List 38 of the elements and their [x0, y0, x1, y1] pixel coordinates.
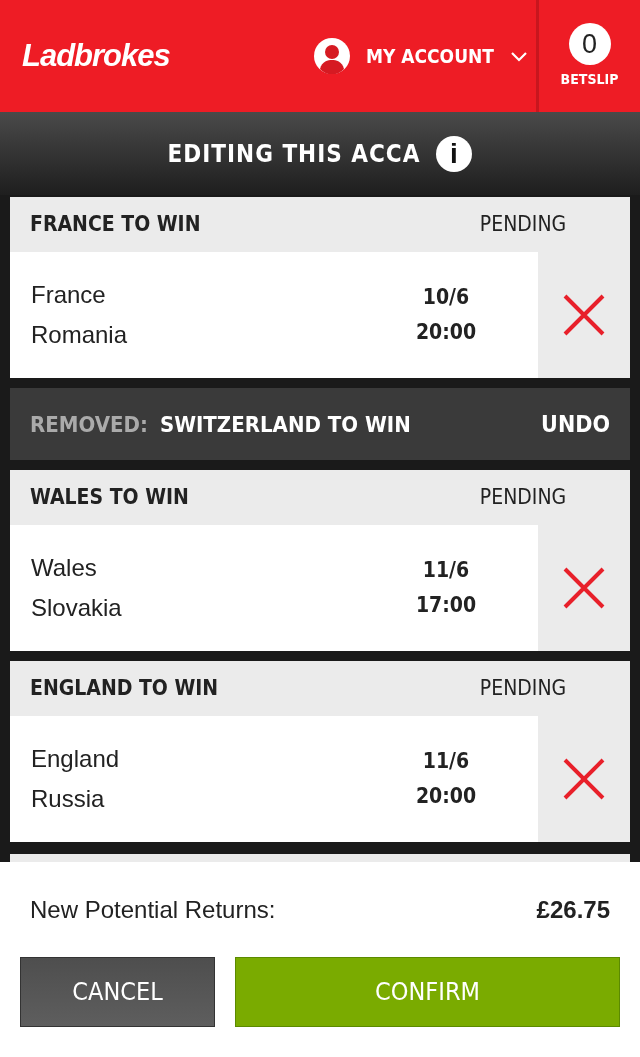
- status-label: PENDING: [478, 483, 568, 511]
- team-name: France: [31, 280, 107, 310]
- removed-title: SWITZERLAND TO WIN: [159, 410, 411, 439]
- match-time: 20:00: [414, 319, 478, 346]
- match-date: 10/6: [421, 284, 471, 311]
- info-icon[interactable]: i: [436, 135, 473, 172]
- selection-title: FRANCE TO WIN: [30, 210, 201, 238]
- selection-title: WALES TO WIN: [30, 483, 189, 511]
- team-name: Wales: [31, 553, 98, 583]
- remove-button[interactable]: [538, 252, 630, 378]
- undo-button[interactable]: UNDO: [541, 406, 610, 442]
- logo[interactable]: Ladbrokes: [22, 32, 170, 80]
- match-time: 20:00: [414, 783, 478, 810]
- team-name: England: [31, 744, 120, 774]
- betslip-count: 0: [568, 22, 611, 65]
- status-label: PENDING: [478, 674, 568, 702]
- account-menu[interactable]: MY ACCOUNT: [313, 38, 528, 74]
- user-icon: [313, 38, 350, 74]
- team-name: Romania: [31, 320, 128, 350]
- close-icon: [563, 567, 605, 609]
- returns-value: £26.75: [536, 894, 610, 925]
- remove-button[interactable]: [538, 525, 630, 651]
- close-icon: [563, 758, 605, 800]
- returns-label: New Potential Returns:: [30, 894, 276, 925]
- match-date: 11/6: [421, 557, 471, 584]
- selection-title: ENGLAND TO WIN: [30, 674, 219, 702]
- banner-title: EDITING THIS ACCA: [167, 138, 421, 170]
- match-time: 17:00: [414, 592, 478, 619]
- cancel-button[interactable]: CANCEL: [20, 957, 215, 1027]
- close-icon: [563, 294, 605, 336]
- match-date: 11/6: [421, 748, 471, 775]
- remove-button[interactable]: [538, 716, 630, 842]
- removed-label: REMOVED:: [30, 410, 148, 439]
- status-label: PENDING: [478, 210, 568, 238]
- betslip-label: BETSLIP: [560, 69, 619, 89]
- chevron-down-icon: [510, 50, 528, 62]
- team-name: Russia: [31, 784, 106, 814]
- team-name: Slovakia: [31, 593, 122, 623]
